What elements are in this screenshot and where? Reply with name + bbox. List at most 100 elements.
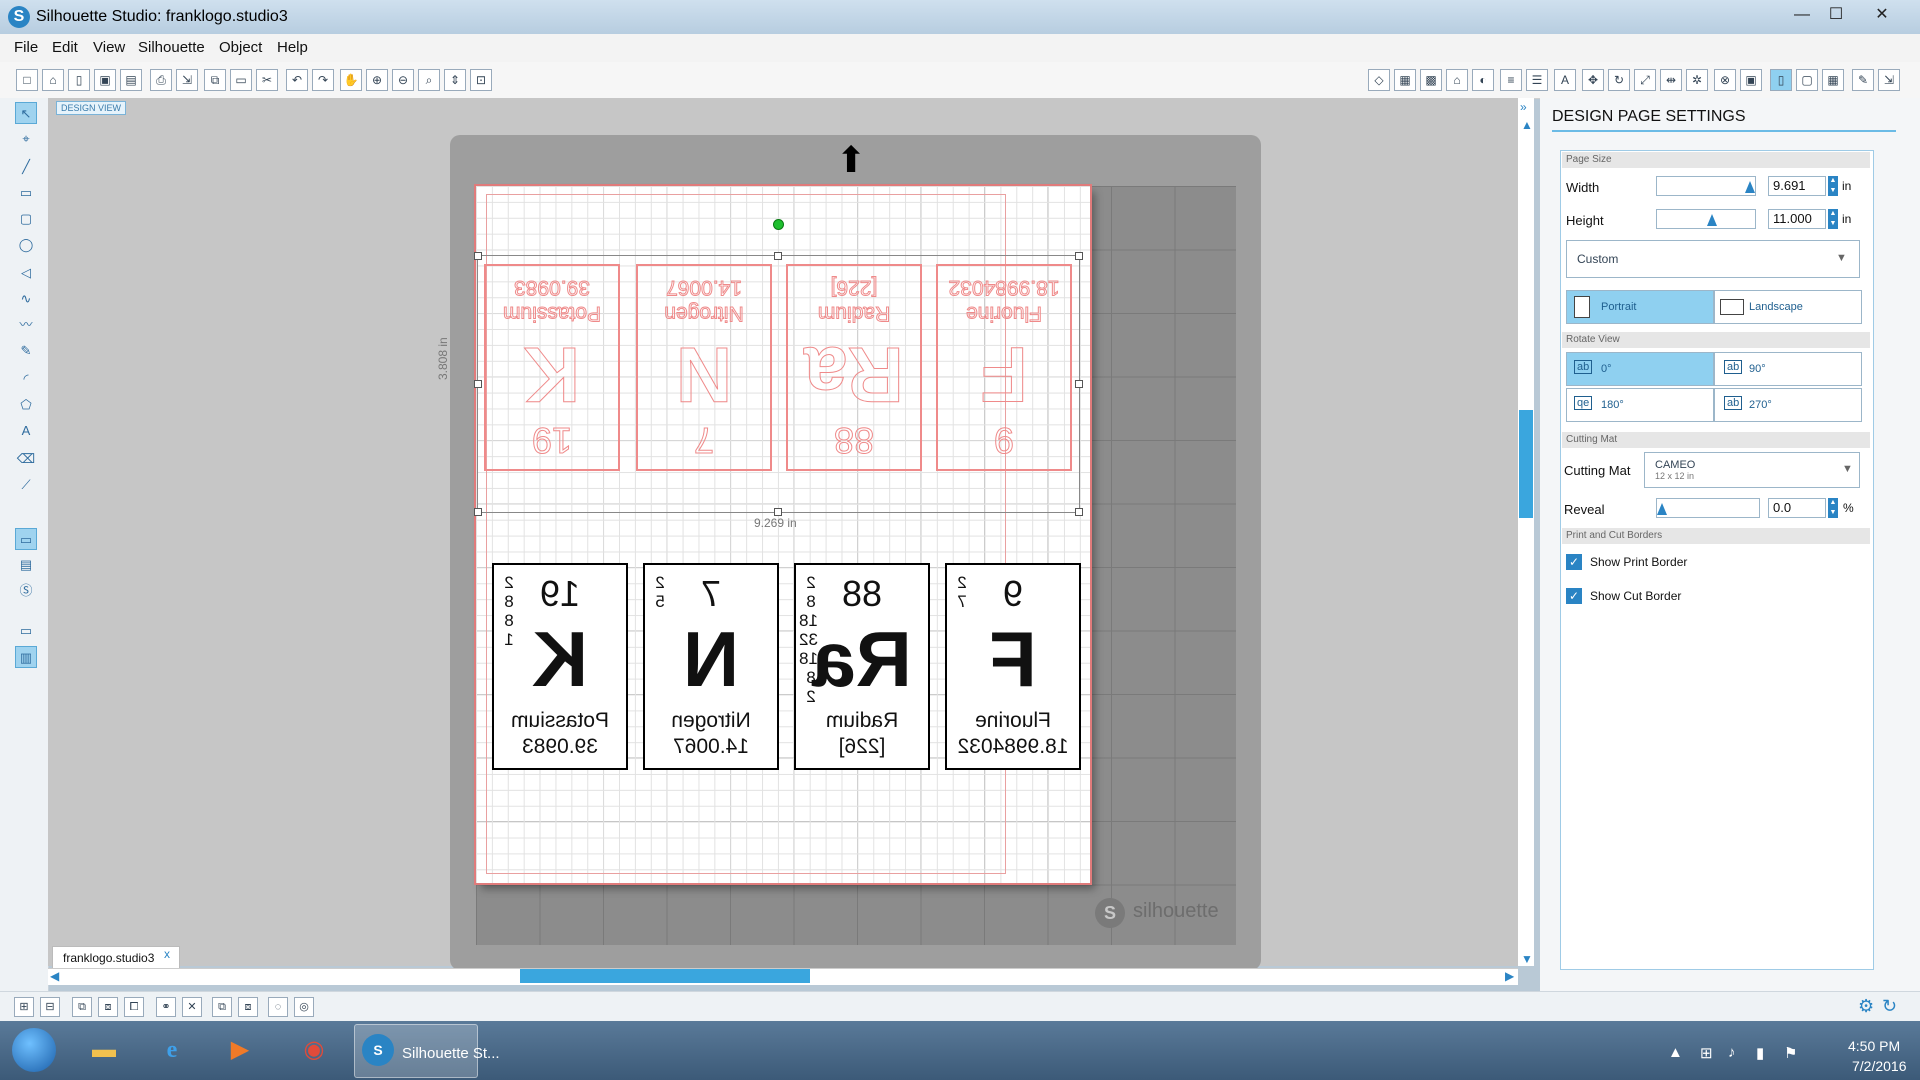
select-arrow-icon[interactable]: ↖	[15, 102, 37, 124]
library-icon[interactable]: ▯	[68, 69, 90, 91]
panel-toggle-icon[interactable]: »	[1520, 100, 1527, 114]
scroll-right-icon[interactable]: ▶	[1505, 969, 1514, 983]
fill-pattern-icon[interactable]: ▩	[1420, 69, 1442, 91]
cut-scissors-icon[interactable]: ✂	[256, 69, 278, 91]
new-document-icon[interactable]: □	[16, 69, 38, 91]
resize-handle[interactable]	[474, 380, 482, 388]
height-input[interactable]: 11.000	[1768, 209, 1826, 229]
ellipse-tool-icon[interactable]: ◯	[15, 234, 37, 256]
save-icon[interactable]: ▣	[94, 69, 116, 91]
grid-icon[interactable]: ▦	[1822, 69, 1844, 91]
element-tile-radium[interactable]: 88 2 8 18 32 18 8 2 Ra Radium [226]	[794, 563, 930, 770]
show-print-border-checkbox[interactable]: ✓	[1566, 554, 1582, 570]
resize-handle[interactable]	[1075, 252, 1083, 260]
settings-gear-icon[interactable]: ⚙	[1858, 996, 1874, 1017]
slider-thumb[interactable]	[1657, 503, 1667, 515]
resize-handle[interactable]	[774, 508, 782, 516]
registration-marks-icon[interactable]: ▢	[1796, 69, 1818, 91]
print-icon[interactable]: ⎙	[150, 69, 172, 91]
document-tab[interactable]: franklogo.studio3	[52, 946, 180, 968]
resize-handle[interactable]	[774, 252, 782, 260]
save-to-library-icon[interactable]: ▤	[120, 69, 142, 91]
eraser-tool-icon[interactable]: ⌫	[15, 448, 37, 470]
menu-silhouette[interactable]: Silhouette	[138, 39, 205, 56]
rotate-icon[interactable]: ↻	[1608, 69, 1630, 91]
start-button[interactable]	[12, 1028, 56, 1072]
menu-view[interactable]: View	[93, 39, 125, 56]
scroll-up-icon[interactable]: ▲	[1521, 118, 1533, 132]
maximize-button[interactable]: ☐	[1814, 2, 1858, 28]
network-icon[interactable]: ▮	[1756, 1044, 1764, 1062]
menu-edit[interactable]: Edit	[52, 39, 78, 56]
menu-file[interactable]: File	[14, 39, 38, 56]
pan-hand-icon[interactable]: ✋	[340, 69, 362, 91]
volume-icon[interactable]: ♪	[1728, 1044, 1736, 1061]
replicate-icon[interactable]: ✲	[1686, 69, 1708, 91]
single-view-icon[interactable]: ▭	[15, 620, 37, 642]
scale-icon[interactable]: ⤢	[1634, 69, 1656, 91]
reveal-slider[interactable]	[1656, 498, 1760, 518]
redo-icon[interactable]: ↷	[312, 69, 334, 91]
send-icon[interactable]: ⇲	[1878, 69, 1900, 91]
text-tool-icon[interactable]: A	[15, 420, 37, 442]
arc-tool-icon[interactable]: ◜	[15, 368, 37, 390]
close-button[interactable]: ✕	[1860, 2, 1904, 28]
target-icon[interactable]: ◎	[294, 997, 314, 1017]
rotation-handle[interactable]	[773, 219, 784, 230]
curve-tool-icon[interactable]: ∿	[15, 288, 37, 310]
page-size-dropdown[interactable]: Custom	[1566, 240, 1860, 278]
resize-handle[interactable]	[474, 252, 482, 260]
height-slider[interactable]	[1656, 209, 1756, 229]
library-view-icon[interactable]: ▤	[15, 554, 37, 576]
weld-icon[interactable]: ⚭	[156, 997, 176, 1017]
trace-icon[interactable]: ✎	[1852, 69, 1874, 91]
line-style-icon[interactable]: ☰	[1526, 69, 1548, 91]
menu-object[interactable]: Object	[219, 39, 262, 56]
design-view-icon[interactable]: ▭	[15, 528, 37, 550]
send-to-silhouette-icon[interactable]: ⇲	[176, 69, 198, 91]
fill-gradient-icon[interactable]: ▦	[1394, 69, 1416, 91]
split-view-icon[interactable]: ▥	[15, 646, 37, 668]
file-explorer-icon[interactable]: ▬	[82, 1028, 126, 1072]
media-player-icon[interactable]: ▶	[218, 1028, 262, 1072]
line-tool-icon[interactable]: ╱	[15, 156, 37, 178]
resize-handle[interactable]	[1075, 380, 1083, 388]
resize-handle[interactable]	[474, 508, 482, 516]
element-tile-fluorine[interactable]: 9 27 F Fluorine 18.9984032	[945, 563, 1081, 770]
regular-polygon-icon[interactable]: ⬠	[15, 394, 37, 416]
fit-to-window-icon[interactable]: ⊡	[470, 69, 492, 91]
action-center-flag-icon[interactable]: ⚑	[1784, 1044, 1797, 1062]
duplicate-icon[interactable]: ⧠	[124, 997, 144, 1017]
cutting-mat-dropdown[interactable]: CAMEO 12 x 12 in	[1644, 452, 1860, 488]
freehand-tool-icon[interactable]: 〰	[15, 314, 37, 336]
selection-box[interactable]	[477, 255, 1080, 513]
reveal-input[interactable]: 0.0	[1768, 498, 1826, 518]
page-setup-icon[interactable]: ▯	[1770, 69, 1792, 91]
slider-thumb[interactable]	[1707, 214, 1717, 226]
element-tile-nitrogen[interactable]: 7 25 N Nitrogen 14.0067	[643, 563, 779, 770]
pencil-tool-icon[interactable]: ✎	[15, 340, 37, 362]
delete-icon[interactable]: ✕	[182, 997, 202, 1017]
scroll-down-icon[interactable]: ▼	[1521, 952, 1533, 966]
release-compound-icon[interactable]: ⧈	[98, 997, 118, 1017]
text-style-icon[interactable]: A	[1554, 69, 1576, 91]
open-folder-icon[interactable]: ⌂	[42, 69, 64, 91]
polygon-tool-icon[interactable]: ◁	[15, 262, 37, 284]
tab-close-icon[interactable]: x	[164, 947, 170, 961]
bring-to-front-icon[interactable]: ⧉	[212, 997, 232, 1017]
zoom-in-icon[interactable]: ⊕	[366, 69, 388, 91]
shadow-icon[interactable]: ⌂	[1446, 69, 1468, 91]
modify-icon[interactable]: ⊗	[1714, 69, 1736, 91]
make-compound-icon[interactable]: ⧉	[72, 997, 92, 1017]
slider-thumb[interactable]	[1745, 181, 1755, 193]
fill-icon[interactable]: ◇	[1368, 69, 1390, 91]
reveal-spinner[interactable]: ▲ ▼	[1828, 498, 1838, 518]
internet-explorer-icon[interactable]: e	[150, 1028, 194, 1072]
chevron-down-icon[interactable]: ▼	[1842, 463, 1853, 475]
menu-help[interactable]: Help	[277, 39, 308, 56]
copy-icon[interactable]: ⧉	[204, 69, 226, 91]
width-input[interactable]: 9.691	[1768, 176, 1826, 196]
undo-icon[interactable]: ↶	[286, 69, 308, 91]
windows-flag-icon[interactable]: ⊞	[1700, 1044, 1713, 1062]
zoom-selection-icon[interactable]: ⌕	[418, 69, 440, 91]
